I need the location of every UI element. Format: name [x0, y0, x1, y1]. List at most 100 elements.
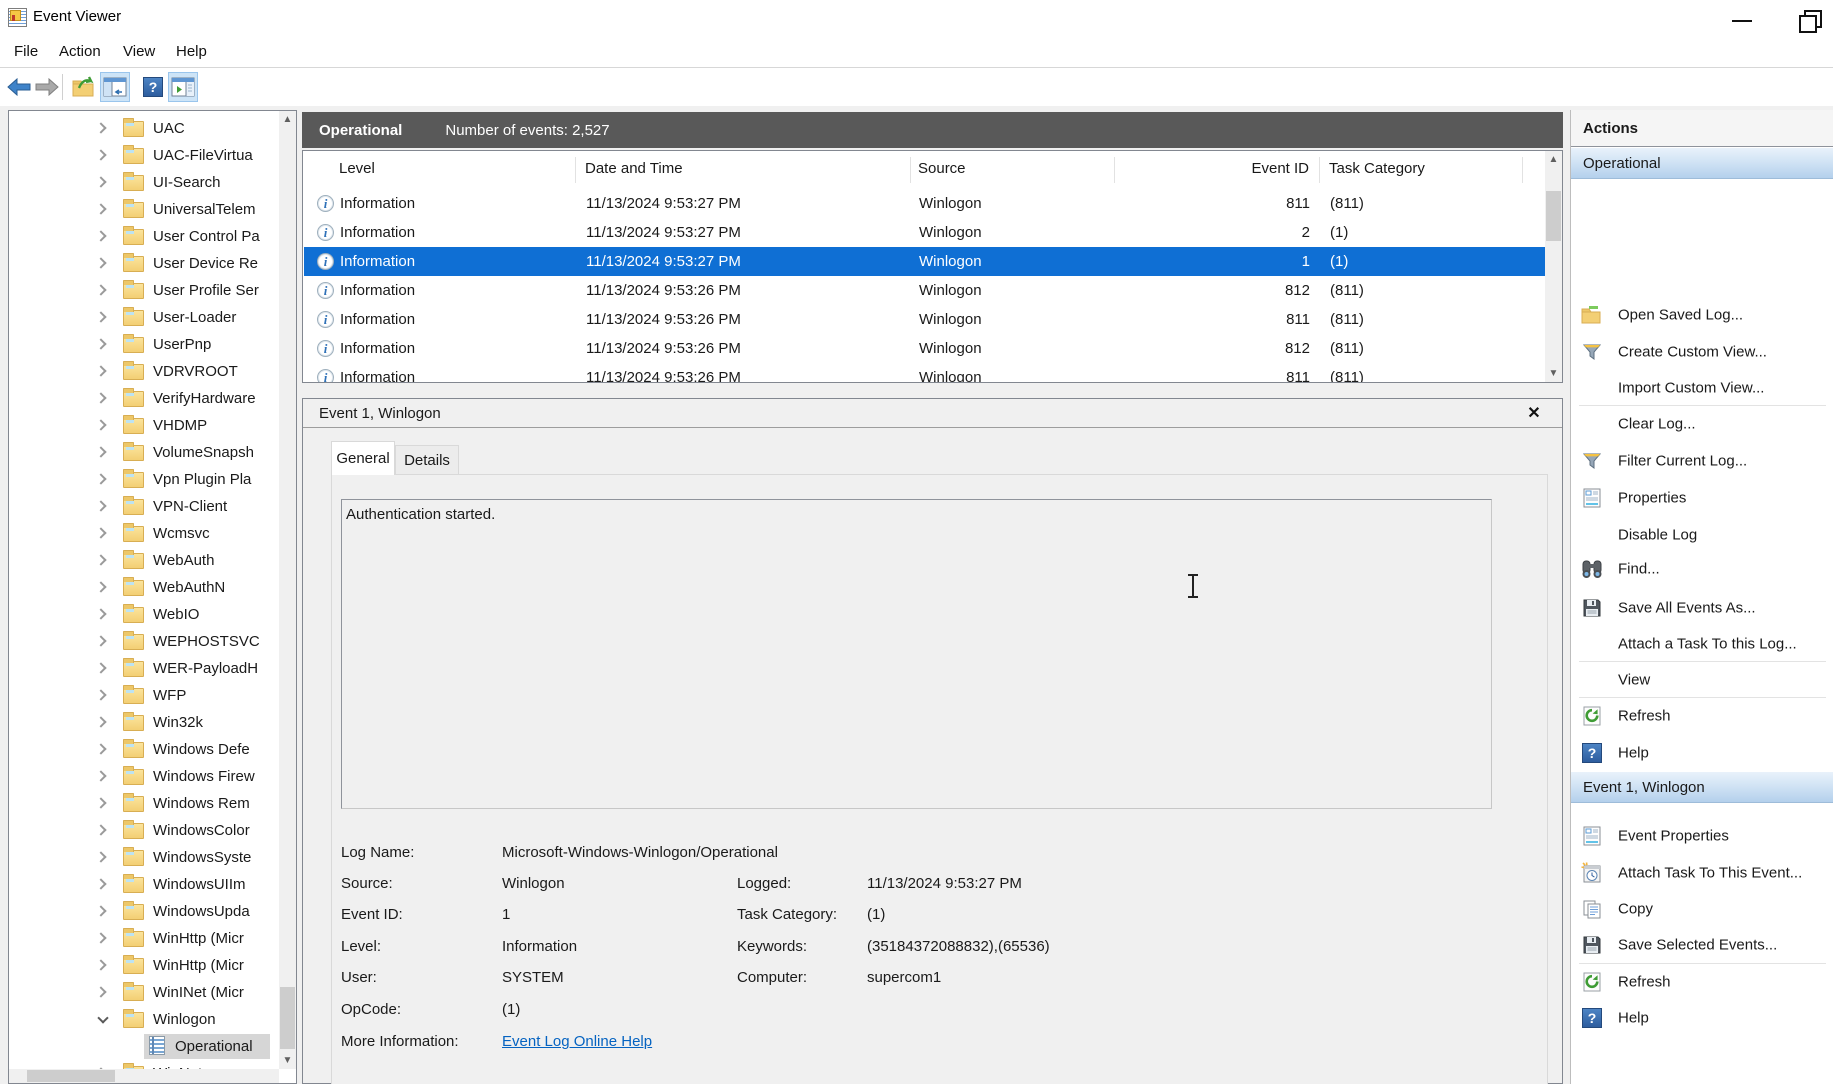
- tree-item-windowscolor[interactable]: WindowsColor: [9, 817, 284, 844]
- column-header-date[interactable]: Date and Time: [585, 151, 683, 185]
- action-event-properties[interactable]: Event Properties: [1571, 822, 1833, 850]
- action-find[interactable]: Find...: [1571, 555, 1833, 583]
- chevron-right-icon[interactable]: [95, 986, 106, 997]
- restore-button[interactable]: [1795, 8, 1825, 30]
- action-open-saved-log[interactable]: Open Saved Log...: [1571, 301, 1833, 329]
- menu-action[interactable]: Action: [55, 41, 105, 62]
- chevron-right-icon[interactable]: [95, 527, 106, 538]
- action-create-custom-view[interactable]: Create Custom View...: [1571, 338, 1833, 366]
- tree-item-windowsupda[interactable]: WindowsUpda: [9, 898, 284, 925]
- tree-horizontal-scrollbar[interactable]: [9, 1069, 279, 1083]
- tree-item-verifyhardware[interactable]: VerifyHardware: [9, 385, 284, 412]
- tree-item-vpn-plugin-pla[interactable]: Vpn Plugin Pla: [9, 466, 284, 493]
- tree-item-windows-rem[interactable]: Windows Rem: [9, 790, 284, 817]
- chevron-right-icon[interactable]: [95, 338, 106, 349]
- chevron-right-icon[interactable]: [95, 149, 106, 160]
- chevron-right-icon[interactable]: [95, 770, 106, 781]
- chevron-right-icon[interactable]: [95, 203, 106, 214]
- actions-section-event[interactable]: Event 1, Winlogon: [1571, 772, 1833, 803]
- tree-item-wininet-micr[interactable]: WinINet (Micr: [9, 979, 284, 1006]
- chevron-right-icon[interactable]: [95, 176, 106, 187]
- tree-item-universaltelem[interactable]: UniversalTelem: [9, 196, 284, 223]
- chevron-right-icon[interactable]: [95, 122, 106, 133]
- chevron-right-icon[interactable]: [95, 581, 106, 592]
- menu-file[interactable]: File: [10, 41, 42, 62]
- tab-details[interactable]: Details: [395, 445, 459, 475]
- column-header-source[interactable]: Source: [918, 151, 966, 185]
- actions-section-operational[interactable]: Operational: [1571, 148, 1833, 179]
- scroll-up-icon[interactable]: ▲: [279, 111, 296, 128]
- chevron-right-icon[interactable]: [95, 878, 106, 889]
- column-header-eventid[interactable]: Event ID: [1153, 151, 1309, 185]
- chevron-right-icon[interactable]: [95, 257, 106, 268]
- action-disable-log[interactable]: Disable Log: [1571, 521, 1833, 549]
- chevron-right-icon[interactable]: [95, 797, 106, 808]
- chevron-right-icon[interactable]: [95, 230, 106, 241]
- scroll-up-icon[interactable]: ▲: [1545, 151, 1562, 168]
- tree-item-winlogon[interactable]: Winlogon: [9, 1006, 284, 1033]
- tree-item-user-loader[interactable]: User-Loader: [9, 304, 284, 331]
- tree-item-winhttp-micr[interactable]: WinHttp (Micr: [9, 925, 284, 952]
- chevron-right-icon[interactable]: [95, 473, 106, 484]
- action-filter-current-log[interactable]: Filter Current Log...: [1571, 447, 1833, 475]
- chevron-right-icon[interactable]: [95, 662, 106, 673]
- event-row[interactable]: i Information 11/13/2024 9:53:26 PM Winl…: [304, 363, 1546, 383]
- chevron-right-icon[interactable]: [95, 419, 106, 430]
- tree-item-windows-firew[interactable]: Windows Firew: [9, 763, 284, 790]
- action-copy[interactable]: Copy: [1571, 895, 1833, 923]
- tree-item-wfp[interactable]: WFP: [9, 682, 284, 709]
- tree-item-webauthn[interactable]: WebAuthN: [9, 574, 284, 601]
- tree-item-uac[interactable]: UAC: [9, 115, 284, 142]
- column-header-level[interactable]: Level: [339, 151, 375, 185]
- tree-hscrollbar-thumb[interactable]: [27, 1070, 115, 1082]
- action-view[interactable]: View: [1571, 666, 1833, 694]
- tree-item-wcmsvc[interactable]: Wcmsvc: [9, 520, 284, 547]
- minimize-button[interactable]: [1728, 8, 1758, 30]
- tree-item-user-device-re[interactable]: User Device Re: [9, 250, 284, 277]
- chevron-right-icon[interactable]: [95, 311, 106, 322]
- tree-item-volumesnapsh[interactable]: VolumeSnapsh: [9, 439, 284, 466]
- event-row[interactable]: i Information 11/13/2024 9:53:26 PM Winl…: [304, 305, 1546, 334]
- help-button[interactable]: ?: [138, 72, 168, 102]
- forward-button[interactable]: [32, 72, 62, 102]
- action-pane-toggle[interactable]: [168, 72, 198, 102]
- column-header-taskcategory[interactable]: Task Category: [1329, 151, 1425, 185]
- tree-item-winhttp-micr[interactable]: WinHttp (Micr: [9, 952, 284, 979]
- tree-item-user-profile-ser[interactable]: User Profile Ser: [9, 277, 284, 304]
- tree-item-windowssyste[interactable]: WindowsSyste: [9, 844, 284, 871]
- chevron-right-icon[interactable]: [95, 284, 106, 295]
- event-row[interactable]: i Information 11/13/2024 9:53:27 PM Winl…: [304, 218, 1546, 247]
- event-scrollbar-thumb[interactable]: [1546, 191, 1561, 241]
- export-log-button[interactable]: [68, 72, 98, 102]
- chevron-right-icon[interactable]: [95, 959, 106, 970]
- tab-general[interactable]: General: [331, 441, 395, 475]
- chevron-right-icon[interactable]: [95, 500, 106, 511]
- tree-vertical-scrollbar[interactable]: ▲ ▼: [279, 111, 296, 1069]
- event-log-online-help-link[interactable]: Event Log Online Help: [502, 1033, 652, 1050]
- action-attach-task-to-this-event[interactable]: Attach Task To This Event...: [1571, 859, 1833, 887]
- action-help[interactable]: ?Help: [1571, 1004, 1833, 1032]
- chevron-right-icon[interactable]: [95, 905, 106, 916]
- event-message-box[interactable]: Authentication started.: [341, 499, 1492, 809]
- event-row[interactable]: i Information 11/13/2024 9:53:26 PM Winl…: [304, 276, 1546, 305]
- event-row[interactable]: i Information 11/13/2024 9:53:27 PM Winl…: [304, 189, 1546, 218]
- console-tree-toggle[interactable]: [100, 72, 130, 102]
- tree-item-ui-search[interactable]: UI-Search: [9, 169, 284, 196]
- menu-view[interactable]: View: [119, 41, 159, 62]
- tree-item-win32k[interactable]: Win32k: [9, 709, 284, 736]
- action-help[interactable]: ?Help: [1571, 739, 1833, 767]
- chevron-right-icon[interactable]: [95, 392, 106, 403]
- chevron-right-icon[interactable]: [95, 824, 106, 835]
- tree-item-wephostsvc[interactable]: WEPHOSTSVC: [9, 628, 284, 655]
- chevron-right-icon[interactable]: [95, 851, 106, 862]
- tree-item-webio[interactable]: WebIO: [9, 601, 284, 628]
- tree-item-vpn-client[interactable]: VPN-Client: [9, 493, 284, 520]
- action-save-selected-events[interactable]: Save Selected Events...: [1571, 931, 1833, 959]
- event-row[interactable]: i Information 11/13/2024 9:53:26 PM Winl…: [304, 334, 1546, 363]
- chevron-right-icon[interactable]: [95, 716, 106, 727]
- action-properties[interactable]: Properties: [1571, 484, 1833, 512]
- tree-item-uac-filevirtua[interactable]: UAC-FileVirtua: [9, 142, 284, 169]
- action-import-custom-view[interactable]: Import Custom View...: [1571, 374, 1833, 402]
- tree-item-windows-defe[interactable]: Windows Defe: [9, 736, 284, 763]
- tree-item-windowsuiim[interactable]: WindowsUIIm: [9, 871, 284, 898]
